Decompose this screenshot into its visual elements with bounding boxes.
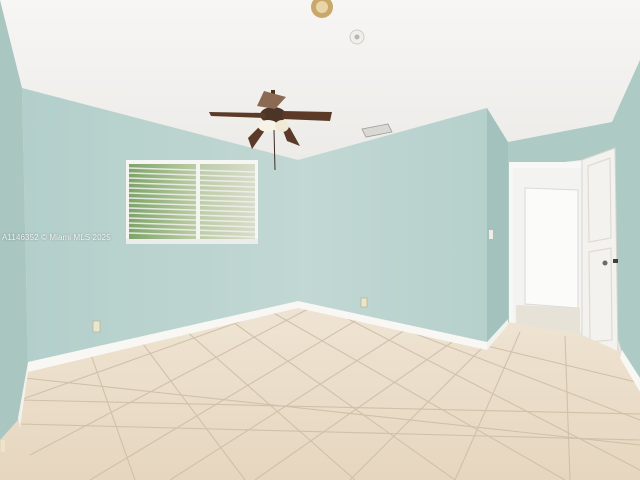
door-knob-icon [602,260,608,266]
open-door [581,147,619,358]
door-hinge [613,259,618,263]
window [126,160,258,244]
light-switch [489,230,493,239]
watermark-text: A1146352 © Miami MLS 2025 [2,233,111,242]
room-photo: A1146352 © Miami MLS 2025 [0,0,640,480]
outlet-left-wall [92,320,101,333]
outlet-far-left [1,440,5,452]
door-frame-top [509,162,583,168]
door-frame-left [509,166,513,326]
hallway-door [524,187,579,309]
corner-wall [487,108,508,345]
outlet-back-wall [360,297,368,308]
